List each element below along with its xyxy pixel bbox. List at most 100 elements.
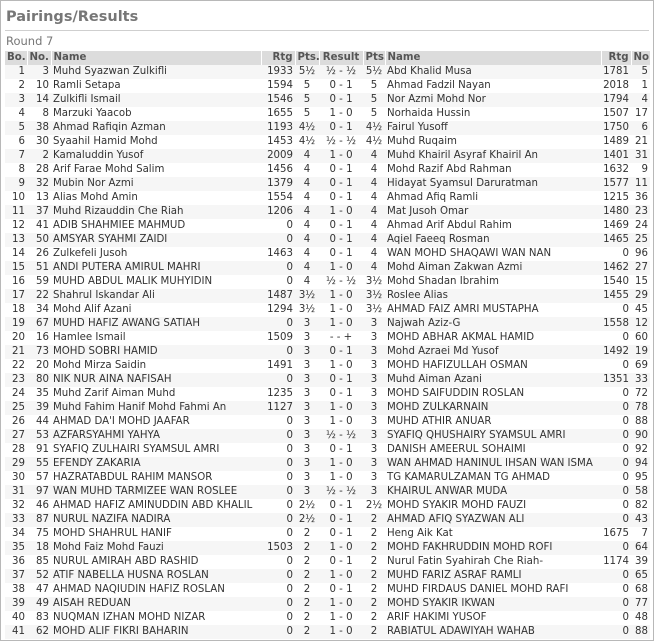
black-player-name[interactable]: Muhd Khairil Asyraf Khairil An [385, 149, 601, 163]
white-player-name[interactable]: MOHD SOBRI HAMID [51, 345, 261, 359]
black-player-name[interactable]: Aqiel Faeeq Rosman [385, 233, 601, 247]
white-player-name[interactable]: AMSYAR SYAHMI ZAIDI [51, 233, 261, 247]
black-player-number: 43 [631, 513, 650, 527]
black-player-name[interactable]: Najwah Aziz-G [385, 317, 601, 331]
white-player-name[interactable]: NIK NUR AINA NAFISAH [51, 373, 261, 387]
white-player-name[interactable]: Ramli Setapa [51, 79, 261, 93]
col-header-result[interactable]: Result [319, 51, 364, 65]
black-player-name[interactable]: MUHD FIRDAUS DANIEL MOHD RAFI [385, 583, 601, 597]
white-player-name[interactable]: Shahrul Iskandar Ali [51, 289, 261, 303]
white-player-name[interactable]: AZFARSYAHMI YAHYA [51, 429, 261, 443]
black-rating: 1632 [601, 163, 631, 177]
white-player-name[interactable]: SYAFIQ ZULHAIRI SYAMSUL AMRI [51, 443, 261, 457]
black-player-name[interactable]: Fairul Yusoff [385, 121, 601, 135]
white-player-name[interactable]: NURUL NAZIFA NADIRA [51, 513, 261, 527]
white-player-name[interactable]: HAZRATABDUL RAHIM MANSOR [51, 471, 261, 485]
black-player-name[interactable]: Nurul Fatin Syahirah Che Riah- [385, 555, 601, 569]
white-player-name[interactable]: Arif Farae Mohd Salim [51, 163, 261, 177]
black-player-name[interactable]: MOHD ZULKARNAIN [385, 401, 601, 415]
black-player-name[interactable]: TG KAMARULZAMAN TG AHMAD [385, 471, 601, 485]
white-player-name[interactable]: Muhd Rizauddin Che Riah [51, 205, 261, 219]
col-header-black-no[interactable]: No. [631, 51, 651, 65]
black-player-name[interactable]: DANISH AMEERUL SOHAIMI [385, 443, 601, 457]
white-player-name[interactable]: Zulkifli Ismail [51, 93, 261, 107]
black-player-name[interactable]: Ahmad Afiq Ramli [385, 191, 601, 205]
col-header-white-rating[interactable]: Rtg [261, 51, 296, 65]
black-player-name[interactable]: Muhd Aiman Azani [385, 373, 601, 387]
col-header-black-points[interactable]: Pts. [363, 51, 386, 65]
white-player-name[interactable]: AHMAD HAFIZ AMINUDDIN ABD KHALIL [51, 499, 261, 513]
white-player-name[interactable]: Alias Mohd Amin [51, 191, 261, 205]
white-player-name[interactable]: Ahmad Rafiqin Azman [51, 121, 261, 135]
col-header-white-points[interactable]: Pts. [295, 51, 320, 65]
white-player-name[interactable]: Syaahil Hamid Mohd [51, 135, 261, 149]
white-player-name[interactable]: AHMAD DA'I MOHD JAAFAR [51, 415, 261, 429]
white-player-name[interactable]: NUQMAN IZHAN MOHD NIZAR [51, 611, 261, 625]
white-player-name[interactable]: MOHD ALIF FIKRI BAHARIN [51, 625, 261, 639]
white-player-number: 10 [27, 79, 51, 93]
black-player-name[interactable]: Mohd Azraei Md Yusof [385, 345, 601, 359]
black-player-name[interactable]: ARIF HAKIMI YUSOF [385, 611, 601, 625]
white-player-name[interactable]: Mohd Mirza Saidin [51, 359, 261, 373]
black-player-name[interactable]: Muhd Ruqaim [385, 135, 601, 149]
black-player-name[interactable]: RABIATUL ADAWIYAH WAHAB [385, 625, 601, 639]
black-player-name[interactable]: WAN AHMAD HANINUL IHSAN WAN ISMA [385, 457, 601, 471]
black-player-name[interactable]: Norhaida Hussin [385, 107, 601, 121]
col-header-black-rating[interactable]: Rtg [601, 51, 632, 65]
white-player-name[interactable]: Zulkefeli Jusoh [51, 247, 261, 261]
white-player-name[interactable]: ADIB SHAHMIEE MAHMUD [51, 219, 261, 233]
col-header-white-name[interactable]: Name [51, 51, 262, 65]
black-player-number: 6 [631, 121, 650, 135]
black-player-name[interactable]: Heng Aik Kat [385, 527, 601, 541]
black-player-name[interactable]: Roslee Alias [385, 289, 601, 303]
white-player-name[interactable]: Muhd Syazwan Zulkifli [51, 65, 261, 79]
white-player-name[interactable]: ANDI PUTERA AMIRUL MAHRI [51, 261, 261, 275]
black-player-name[interactable]: MUHD FARIZ ASRAF RAMLI [385, 569, 601, 583]
black-player-name[interactable]: Abd Khalid Musa [385, 65, 601, 79]
black-player-name[interactable]: MOHD SAIFUDDIN ROSLAN [385, 387, 601, 401]
white-player-name[interactable]: MUHD HAFIZ AWANG SATIAH [51, 317, 261, 331]
black-player-name[interactable]: Mohd Shadan Ibrahim [385, 275, 601, 289]
col-header-black-name[interactable]: Name [385, 51, 602, 65]
black-player-name[interactable]: MOHD ABHAR AKMAL HAMID [385, 331, 601, 345]
black-player-name[interactable]: MOHD HAFIZULLAH OSMAN [385, 359, 601, 373]
black-player-name[interactable]: Mohd Razif Abd Rahman [385, 163, 601, 177]
white-player-name[interactable]: Mohd Alif Azani [51, 303, 261, 317]
black-player-name[interactable]: KHAIRUL ANWAR MUDA [385, 485, 601, 499]
black-player-name[interactable]: MOHD FAKHRUDDIN MOHD ROFI [385, 541, 601, 555]
black-player-name[interactable]: Ahmad Arif Abdul Rahim [385, 219, 601, 233]
result: 0 - 1 [319, 177, 363, 191]
black-player-name[interactable]: WAN MOHD SHAQAWI WAN NAN [385, 247, 601, 261]
black-player-name[interactable]: Nor Azmi Mohd Nor [385, 93, 601, 107]
black-player-name[interactable]: AHMAD AFIQ SYAZWAN ALI [385, 513, 601, 527]
black-points: 4½ [363, 135, 385, 149]
black-player-name[interactable]: SYAFIQ QHUSHAIRY SYAMSUL AMRI [385, 429, 601, 443]
black-player-name[interactable]: MUHD ATHIR ANUAR [385, 415, 601, 429]
white-player-name[interactable]: Hamlee Ismail [51, 331, 261, 345]
black-player-name[interactable]: Ahmad Fadzil Nayan [385, 79, 601, 93]
black-rating: 1794 [601, 93, 631, 107]
col-header-white-no[interactable]: No. [27, 51, 52, 65]
white-player-name[interactable]: NURUL AMIRAH ABD RASHID [51, 555, 261, 569]
black-player-name[interactable]: MOHD SYAKIR IKWAN [385, 597, 601, 611]
white-player-name[interactable]: Mohd Faiz Mohd Fauzi [51, 541, 261, 555]
black-player-name[interactable]: Mohd Aiman Zakwan Azmi [385, 261, 601, 275]
white-player-name[interactable]: Kamaluddin Yusof [51, 149, 261, 163]
white-player-name[interactable]: MUHD ABDUL MALIK MUHYIDIN [51, 275, 261, 289]
col-header-board[interactable]: Bo. [5, 51, 28, 65]
white-player-name[interactable]: AISAH REDUAN [51, 597, 261, 611]
white-player-name[interactable]: Marzuki Yaacob [51, 107, 261, 121]
white-player-name[interactable]: Mubin Nor Azmi [51, 177, 261, 191]
white-player-number: 83 [27, 611, 51, 625]
white-player-name[interactable]: MOHD SHAHRUL HANIF [51, 527, 261, 541]
white-player-name[interactable]: AHMAD NAQIUDIN HAFIZ ROSLAN [51, 583, 261, 597]
white-player-name[interactable]: EFENDY ZAKARIA [51, 457, 261, 471]
black-player-name[interactable]: MOHD SYAKIR MOHD FAUZI [385, 499, 601, 513]
white-player-name[interactable]: ATIF NABELLA HUSNA ROSLAN [51, 569, 261, 583]
black-player-name[interactable]: Mat Jusoh Omar [385, 205, 601, 219]
white-player-name[interactable]: WAN MUHD TARMIZEE WAN ROSLEE [51, 485, 261, 499]
white-player-name[interactable]: Muhd Zarif Aiman Muhd [51, 387, 261, 401]
white-player-name[interactable]: Muhd Fahim Hanif Mohd Fahmi An [51, 401, 261, 415]
black-player-name[interactable]: Hidayat Syamsul Daruratman [385, 177, 601, 191]
black-player-name[interactable]: AHMAD FAIZ AMRI MUSTAPHA [385, 303, 601, 317]
